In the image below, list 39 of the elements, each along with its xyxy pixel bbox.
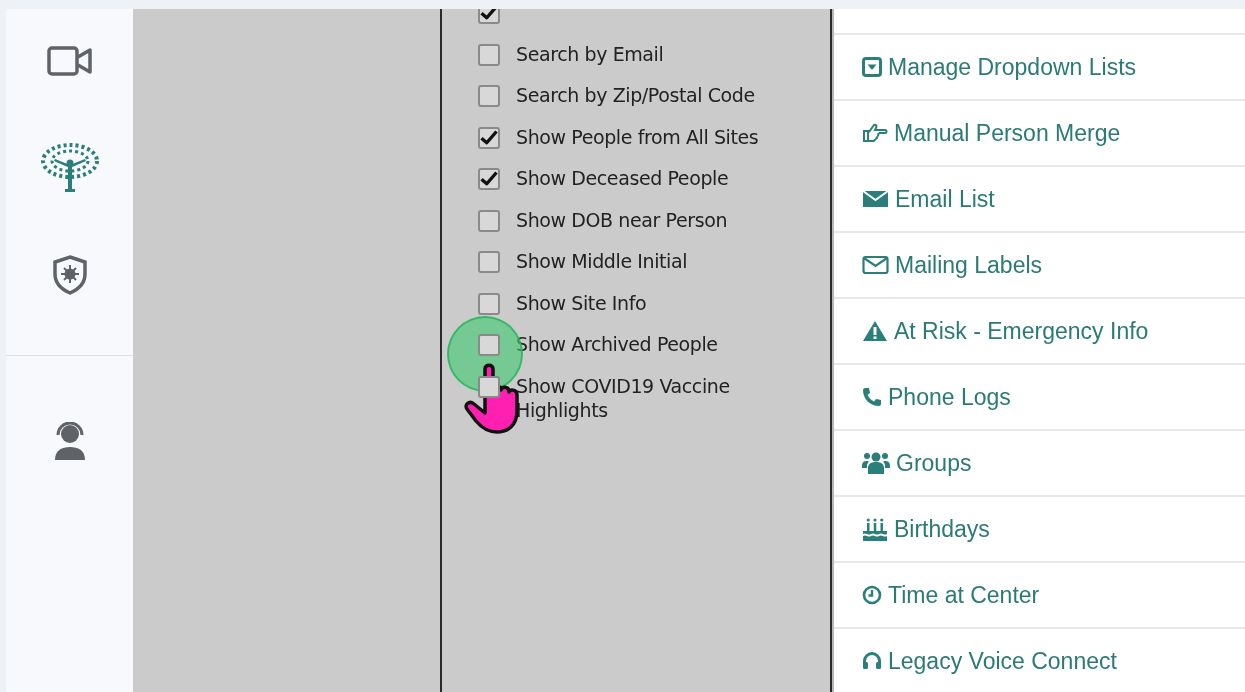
tree-person-icon[interactable] [39, 141, 100, 193]
menu-item[interactable]: Legacy Voice Connect [834, 629, 1245, 692]
option-label: Show Deceased People [516, 166, 729, 190]
checkbox[interactable] [478, 251, 500, 273]
option-label: Show Site Info [516, 290, 647, 315]
menu-item[interactable]: Groups [834, 431, 1245, 497]
menu-item[interactable]: Birthdays [834, 497, 1245, 563]
checkbox[interactable] [478, 209, 500, 232]
menu-item[interactable]: Manual Person Merge [834, 101, 1245, 167]
option-label: Show Middle Initial [516, 249, 688, 273]
cake-icon [862, 517, 888, 541]
clock-icon [862, 585, 882, 605]
option-label: Search by Email [516, 41, 664, 66]
menu-item[interactable]: Manage Dropdown Lists [834, 35, 1245, 101]
checkbox[interactable] [478, 292, 500, 315]
headphones-icon [862, 651, 882, 671]
checkbox[interactable] [478, 126, 500, 149]
envelope-icon [862, 189, 889, 209]
menu-item[interactable]: Time at Center [834, 563, 1245, 629]
option-label: Show DOB near Person [516, 207, 728, 232]
checkbox[interactable] [478, 43, 500, 66]
option-label: Show People from All Sites [516, 124, 759, 149]
menu-item[interactable]: Email List [834, 167, 1245, 233]
video-camera-icon[interactable] [46, 45, 93, 77]
checkbox[interactable] [478, 334, 500, 356]
shield-virus-icon[interactable] [51, 255, 88, 295]
option-label: Search by Zip/Postal Code [516, 83, 755, 107]
pointing-hand-icon [862, 123, 888, 143]
phone-icon [862, 387, 882, 407]
warning-icon [862, 320, 888, 342]
menu-item[interactable]: Mailing Labels [834, 233, 1245, 299]
dropdown-square-icon [862, 57, 882, 77]
menu-item[interactable]: Phone Logs [834, 365, 1245, 431]
checkbox[interactable] [478, 168, 500, 190]
checkbox[interactable] [478, 375, 500, 398]
people-group-icon [862, 451, 890, 475]
envelope-outline-icon [862, 255, 889, 275]
menu-item[interactable]: At Risk - Emergency Info [834, 299, 1245, 365]
checkbox[interactable] [478, 85, 500, 107]
